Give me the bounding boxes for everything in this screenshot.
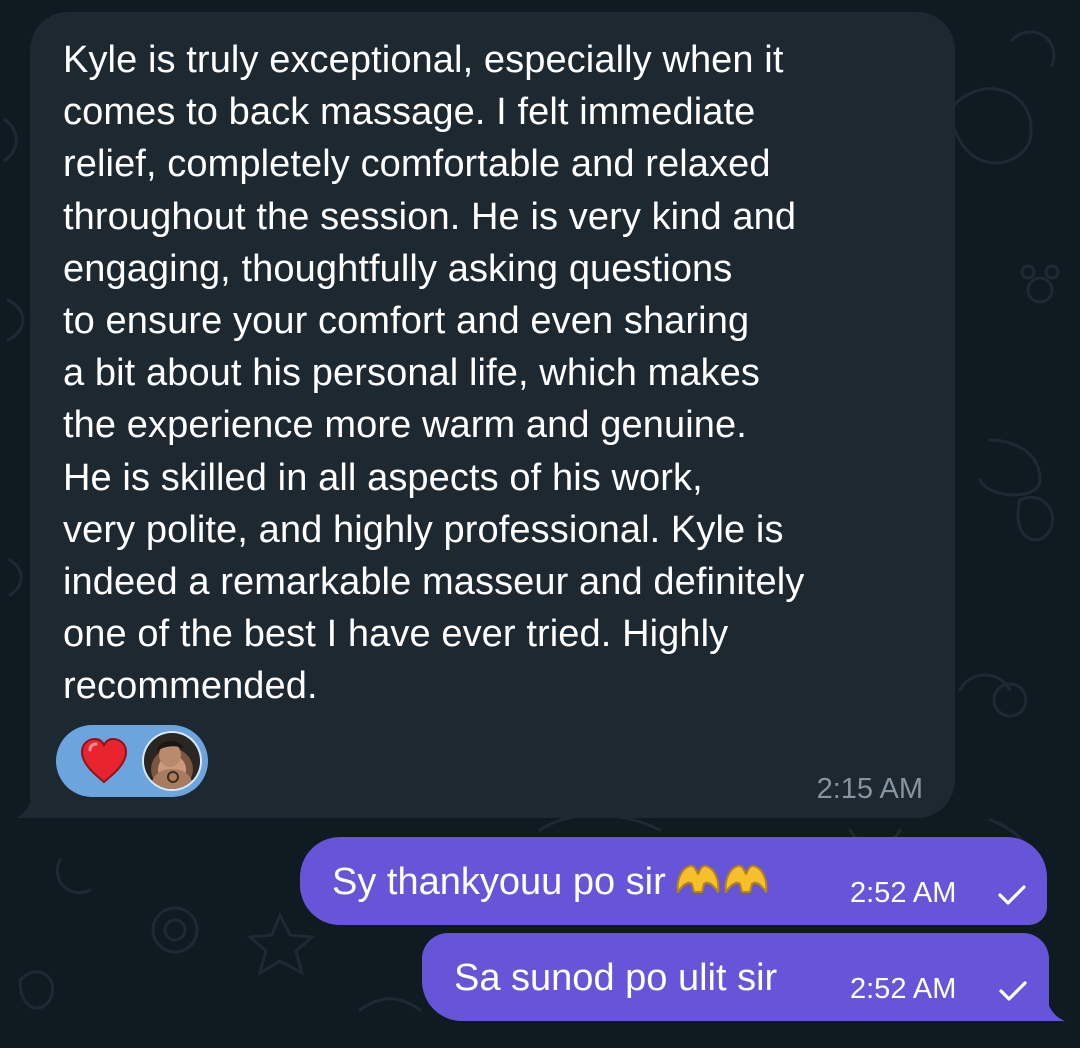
- incoming-message-bubble[interactable]: Kyle is truly exceptional, especially wh…: [16, 12, 955, 818]
- outgoing-message-text: Sy thankyouu po sir: [332, 860, 772, 904]
- chat-message-list: Kyle is truly exceptional, especially wh…: [0, 0, 1080, 1048]
- reactor-avatar: [144, 733, 200, 789]
- incoming-message-time: 2:15 AM: [816, 773, 923, 805]
- check-icon: [999, 981, 1027, 1001]
- outgoing-message-bubble[interactable]: Sy thankyouu po sir 2:52 AM: [300, 837, 1047, 925]
- incoming-bubble-tail: [16, 796, 32, 818]
- outgoing-message-text: Sa sunod po ulit sir: [454, 957, 778, 999]
- outgoing-message-text-content: Sy thankyouu po sir: [332, 861, 666, 903]
- avatar-photo: [150, 740, 194, 789]
- outgoing-message-time: 2:52 AM: [850, 973, 957, 1005]
- incoming-message-text: Kyle is truly exceptional, especially wh…: [63, 39, 805, 708]
- message-reaction[interactable]: [56, 725, 208, 797]
- outgoing-bubble-tail: [1047, 999, 1065, 1021]
- heart-hands-icon: [676, 864, 768, 893]
- outgoing-message-time: 2:52 AM: [850, 877, 957, 909]
- red-heart-icon: [80, 737, 128, 784]
- outgoing-message-bubble[interactable]: Sa sunod po ulit sir 2:52 AM: [422, 933, 1065, 1021]
- check-icon: [998, 885, 1026, 905]
